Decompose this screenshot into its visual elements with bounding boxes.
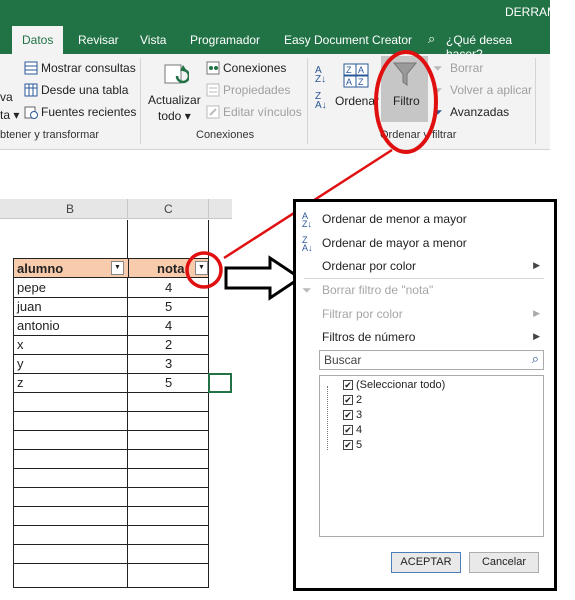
checklist-select-all[interactable]: (Seleccionar todo) xyxy=(356,379,445,391)
menu-sort-desc[interactable]: Ordenar de mayor a menor xyxy=(322,236,467,250)
checkbox[interactable]: ✔ xyxy=(343,425,353,435)
checkbox[interactable]: ✔ xyxy=(343,410,353,420)
menu-divider xyxy=(304,278,544,279)
sort-asc-icon: A Z↓ xyxy=(302,211,312,229)
cancel-button[interactable]: Cancelar xyxy=(469,552,539,573)
search-input[interactable]: Buscar ⌕ xyxy=(319,350,544,370)
chevron-right-icon: ▶ xyxy=(533,308,540,318)
value-checklist: ✔ (Seleccionar todo) ✔ 2 ✔ 3 ✔ 4 ✔ 5 xyxy=(319,375,544,537)
chevron-right-icon: ▶ xyxy=(533,331,540,341)
sort-desc-icon: Z A↓ xyxy=(302,235,313,253)
clear-filter-icon: ⏷ xyxy=(302,283,312,297)
accept-button[interactable]: ACEPTAR xyxy=(391,552,461,573)
checklist-item[interactable]: 4 xyxy=(356,424,362,436)
checklist-item[interactable]: 5 xyxy=(356,439,362,451)
highlight-circle-filter xyxy=(374,50,438,154)
menu-sort-asc[interactable]: Ordenar de menor a mayor xyxy=(322,212,467,226)
checkbox[interactable]: ✔ xyxy=(343,380,353,390)
arrow-icon xyxy=(224,255,303,301)
checkbox[interactable]: ✔ xyxy=(343,395,353,405)
chevron-right-icon: ▶ xyxy=(533,260,540,270)
menu-number-filters[interactable]: Filtros de número xyxy=(322,330,415,344)
checklist-item[interactable]: 3 xyxy=(356,409,362,421)
checklist-item[interactable]: 2 xyxy=(356,394,362,406)
menu-filter-by-color[interactable]: Filtrar por color xyxy=(322,307,403,321)
highlight-circle-dropdown xyxy=(185,251,223,289)
menu-clear-filter[interactable]: Borrar filtro de "nota" xyxy=(322,283,433,297)
menu-sort-by-color[interactable]: Ordenar por color xyxy=(322,259,416,273)
search-icon: ⌕ xyxy=(531,351,539,366)
checkbox[interactable]: ✔ xyxy=(343,440,353,450)
search-placeholder: Buscar xyxy=(324,353,362,367)
filter-dropdown-panel: A Z↓ Ordenar de menor a mayor Z A↓ Ordenar… xyxy=(293,199,557,591)
